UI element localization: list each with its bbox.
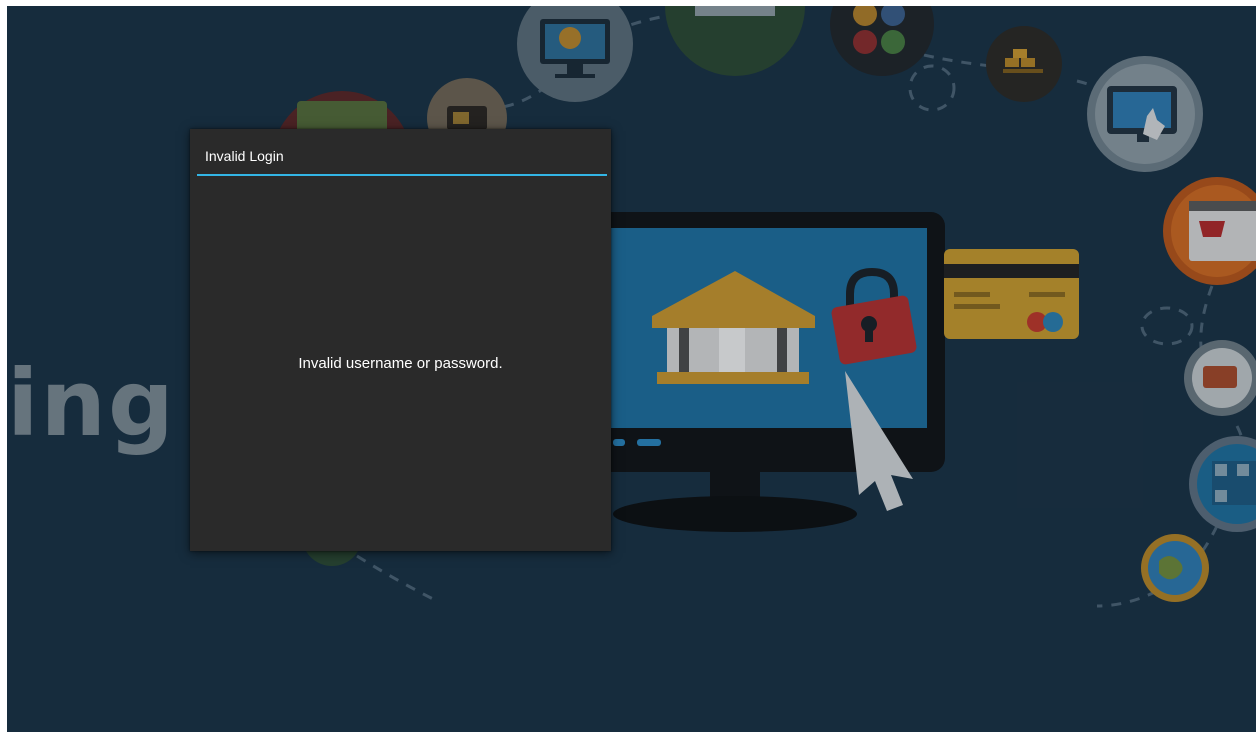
dialog-message: Invalid username or password. [298, 355, 503, 372]
app-screen: ing Invalid Login Invalid username or pa… [7, 6, 1256, 732]
dialog-title-divider [197, 174, 607, 176]
dialog-title: Invalid Login [205, 148, 284, 164]
invalid-login-dialog: Invalid Login Invalid username or passwo… [190, 129, 611, 551]
